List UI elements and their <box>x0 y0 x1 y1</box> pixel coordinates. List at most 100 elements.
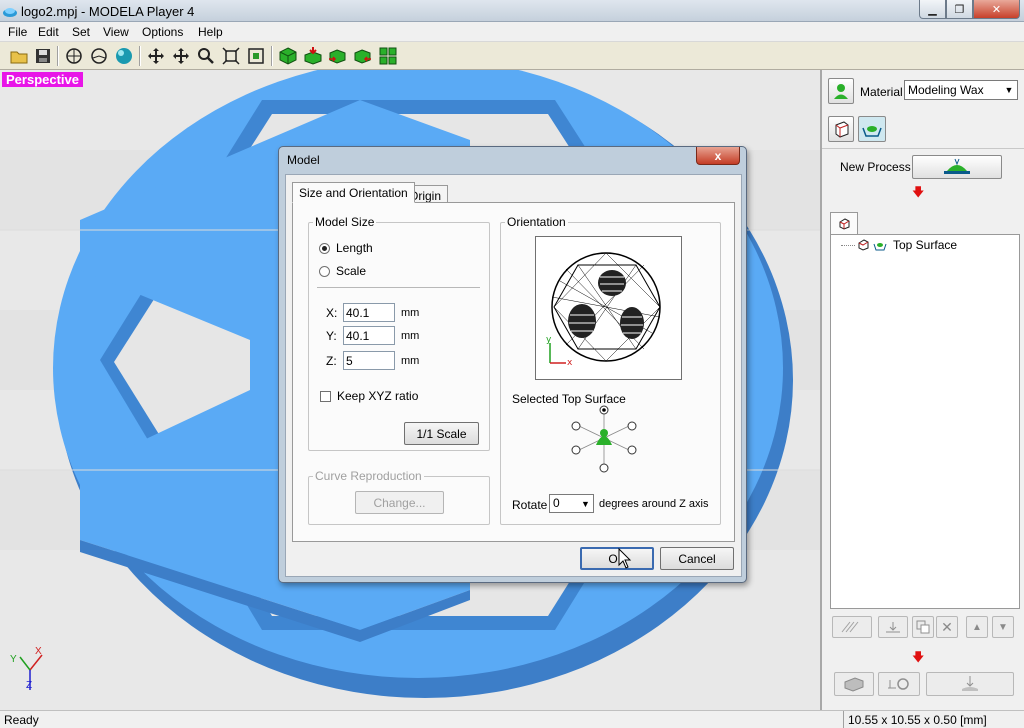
restore-button[interactable]: ❐ <box>946 0 973 19</box>
surface-view-button[interactable] <box>858 116 886 142</box>
app-icon <box>2 3 18 19</box>
rotate-value: 0 <box>553 496 560 510</box>
model-view-button[interactable] <box>828 116 854 142</box>
globe-icon <box>66 48 82 64</box>
z-unit: mm <box>401 355 420 367</box>
move-arrows-icon <box>173 48 189 64</box>
x-input[interactable] <box>343 303 395 322</box>
minimize-icon: ▁ <box>928 3 937 16</box>
tree-item-top-surface[interactable]: Top Surface <box>893 238 957 252</box>
person-icon <box>834 84 848 99</box>
tray-icon <box>862 126 882 137</box>
rotate-suffix: degrees around Z axis <box>599 498 709 510</box>
rotate-label: Rotate <box>512 498 548 512</box>
new-process-button[interactable] <box>912 155 1002 179</box>
selected-top-surface-label: Selected Top Surface <box>512 392 626 406</box>
tool-path-button[interactable] <box>832 616 872 638</box>
change-button[interactable]: Change... <box>355 491 444 514</box>
menu-help[interactable]: Help <box>198 25 223 39</box>
chevron-down-icon: ▼ <box>581 498 590 509</box>
svg-text:y: y <box>546 335 552 345</box>
close-button[interactable]: ✕ <box>973 0 1020 19</box>
dialog-body: Size and Orientation Origin Model Size L… <box>285 174 742 577</box>
tool-path-icon <box>841 621 859 633</box>
move-down-button[interactable]: ▼ <box>992 616 1014 638</box>
new-process-icon <box>944 158 970 174</box>
zoom-window-button[interactable] <box>220 45 242 67</box>
keep-ratio-checkbox[interactable] <box>320 391 331 402</box>
rotate-select[interactable]: 0 ▼ <box>549 494 594 513</box>
tab-panel: Model Size Length Scale X: mm Y: mm Z: m… <box>292 202 735 542</box>
flow-arrow-icon: 🡇 <box>912 650 925 664</box>
svg-text:x: x <box>567 358 573 368</box>
user-button[interactable] <box>828 78 854 104</box>
import-button[interactable] <box>302 45 324 67</box>
keep-ratio-label: Keep XYZ ratio <box>337 389 419 403</box>
shading-button[interactable] <box>113 45 135 67</box>
preview-button[interactable] <box>352 45 374 67</box>
scale-radio[interactable] <box>319 266 330 277</box>
mouse-cursor-icon <box>618 548 632 569</box>
zoom-button[interactable] <box>195 45 217 67</box>
status-dimensions: 10.55 x 10.55 x 0.50 [mm] <box>843 711 1021 728</box>
material-select[interactable]: Modeling Wax ▼ <box>904 80 1018 100</box>
layout-button[interactable] <box>377 45 399 67</box>
preview-cut-button[interactable] <box>878 672 920 696</box>
length-radio[interactable] <box>319 243 330 254</box>
floppy-icon <box>36 49 50 63</box>
menu-options[interactable]: Options <box>142 25 183 39</box>
cancel-button[interactable]: Cancel <box>660 547 734 570</box>
scale-label: Scale <box>336 264 367 278</box>
open-button[interactable] <box>8 45 30 67</box>
tab-size-orientation[interactable]: Size and Orientation <box>292 182 415 203</box>
block-icon <box>844 677 864 692</box>
rotate-view-button[interactable] <box>63 45 85 67</box>
menu-file[interactable]: File <box>8 25 27 39</box>
axis-x-label: X <box>35 646 42 657</box>
status-bar: Ready 10.55 x 10.55 x 0.50 [mm] <box>0 710 1024 728</box>
menu-edit[interactable]: Edit <box>38 25 59 39</box>
x-label: X: <box>326 306 338 320</box>
toolbar-separator <box>57 46 59 66</box>
delete-button[interactable]: ✕ <box>936 616 958 638</box>
preview-magnifier-icon <box>888 678 909 690</box>
tree-surface-icon <box>873 239 887 251</box>
cut-button-panel[interactable] <box>926 672 1014 696</box>
window-title: logo2.mpj - MODELA Player 4 <box>21 4 195 19</box>
menu-view[interactable]: View <box>103 25 129 39</box>
process-edit-button[interactable] <box>878 616 908 638</box>
rotate-center-button[interactable] <box>88 45 110 67</box>
z-input[interactable] <box>343 351 395 370</box>
cube-arrow-left-icon <box>354 49 371 64</box>
toolbar-separator <box>271 46 273 66</box>
one-to-one-scale-button[interactable]: 1/1 Scale <box>404 422 479 445</box>
tree-cube-icon <box>857 239 869 251</box>
green-cube-icon <box>279 47 297 65</box>
cube-outline-icon <box>839 217 850 230</box>
menu-set[interactable]: Set <box>72 25 90 39</box>
dialog-close-button[interactable]: x <box>696 147 740 165</box>
pan-button[interactable] <box>145 45 167 67</box>
title-bar: logo2.mpj - MODELA Player 4 ▁ ❐ ✕ <box>0 0 1024 22</box>
model-button[interactable] <box>277 45 299 67</box>
copy-button[interactable] <box>912 616 934 638</box>
fit-icon <box>248 48 264 64</box>
cut-simulation-button[interactable] <box>834 672 874 696</box>
close-icon: ✕ <box>991 3 1002 16</box>
fit-view-button[interactable] <box>245 45 267 67</box>
move-up-button[interactable]: ▲ <box>966 616 988 638</box>
menu-bar: File Edit Set View Options Help <box>0 22 1024 42</box>
ok-button[interactable]: OK <box>580 547 654 570</box>
view-mode-label: Perspective <box>2 72 83 87</box>
cutting-icon <box>962 676 978 691</box>
move-button[interactable] <box>170 45 192 67</box>
delete-icon: ✕ <box>941 618 953 635</box>
wireframe-model: y x <box>546 252 661 368</box>
tab-tree[interactable] <box>830 212 858 234</box>
save-button[interactable] <box>32 45 54 67</box>
cut-button[interactable] <box>327 45 349 67</box>
axis-z-label: Z <box>26 680 33 691</box>
y-input[interactable] <box>343 326 395 345</box>
minimize-button[interactable]: ▁ <box>919 0 946 19</box>
process-panel: Material Modeling Wax ▼ New Process 🡇 To… <box>820 70 1024 710</box>
